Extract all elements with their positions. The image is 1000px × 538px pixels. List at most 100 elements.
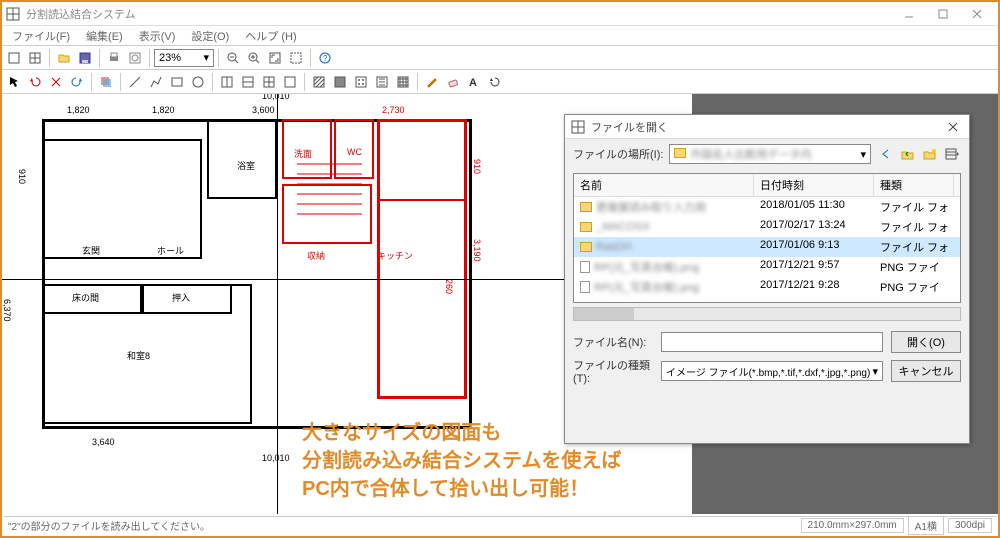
dim-left-a: 6,370 [2, 299, 12, 322]
location-label: ファイルの場所(I): [573, 146, 663, 162]
zoom-out-icon[interactable] [223, 48, 243, 68]
status-message: "2"の部分のファイルを読み出してください。 [8, 518, 797, 533]
toolbar-draw: A [2, 70, 998, 94]
folder-icon [580, 202, 592, 212]
chevron-down-icon: ▾ [860, 148, 866, 161]
dialog-titlebar: ファイルを開く [565, 115, 969, 139]
close-button[interactable] [960, 3, 994, 25]
rect-icon[interactable] [167, 72, 187, 92]
status-paper: 210.0mm×297.0mm [801, 518, 904, 533]
window-single-icon[interactable] [280, 72, 300, 92]
file-type: ファイル フォ [874, 217, 954, 237]
help-icon[interactable]: ? [315, 48, 335, 68]
zoom-fit-icon[interactable] [265, 48, 285, 68]
up-folder-icon[interactable] [899, 145, 917, 163]
file-icon [580, 261, 590, 273]
toolbar-main: 23% ▾ ? [2, 46, 998, 70]
hatch4-icon[interactable] [372, 72, 392, 92]
room-yokushitsu: 浴室 [237, 159, 255, 172]
filetype-combo[interactable]: イメージ ファイル(*.bmp,*.tif,*.dxf,*.jpg,*.png)… [661, 361, 883, 381]
filename-label: ファイル名(N): [573, 334, 653, 350]
horizontal-scrollbar[interactable] [573, 307, 961, 321]
room-wc: WC [347, 147, 362, 157]
statusbar: "2"の部分のファイルを読み出してください。 210.0mm×297.0mm A… [4, 516, 996, 534]
window-tile-icon[interactable] [217, 72, 237, 92]
zoom-in-icon[interactable] [244, 48, 264, 68]
col-type[interactable]: 種類 [874, 174, 954, 196]
file-date: 2017/01/06 9:13 [754, 237, 874, 257]
chevron-down-icon: ▾ [203, 51, 209, 64]
window-quad-icon[interactable] [259, 72, 279, 92]
file-type: PNG ファイ [874, 277, 954, 297]
titlebar: 分割読込結合システム [2, 2, 998, 26]
file-row[interactable]: RasDH2017/01/06 9:13ファイル フォ [574, 237, 960, 257]
dim-top-c: 3,600 [252, 105, 275, 115]
layer-icon[interactable] [96, 72, 116, 92]
new-icon[interactable] [4, 48, 24, 68]
file-date: 2017/12/21 9:57 [754, 257, 874, 277]
back-icon[interactable] [877, 145, 895, 163]
pointer-icon[interactable] [4, 72, 24, 92]
col-name[interactable]: 名前 [574, 174, 754, 196]
filename-input[interactable] [661, 332, 883, 352]
menu-file[interactable]: ファイル(F) [6, 26, 76, 46]
preview-icon[interactable] [125, 48, 145, 68]
menu-help[interactable]: ヘルプ (H) [239, 26, 302, 46]
file-list[interactable]: 名前 日付時刻 種類 更複層読み取り入力用2018/01/05 11:30ファイ… [573, 173, 961, 303]
hatch1-icon[interactable] [309, 72, 329, 92]
main-window: 分割読込結合システム ファイル(F) 編集(E) 表示(V) 設定(O) ヘルプ… [0, 0, 1000, 538]
dim-top-a: 1,820 [67, 105, 90, 115]
menubar: ファイル(F) 編集(E) 表示(V) 設定(O) ヘルプ (H) [2, 26, 998, 46]
menu-edit[interactable]: 編集(E) [80, 26, 129, 46]
undo-icon[interactable] [25, 72, 45, 92]
maximize-button[interactable] [926, 3, 960, 25]
file-date: 2017/12/21 9:28 [754, 277, 874, 297]
grid-icon[interactable] [25, 48, 45, 68]
save-icon[interactable] [75, 48, 95, 68]
redo-icon[interactable] [67, 72, 87, 92]
menu-view[interactable]: 表示(V) [133, 26, 182, 46]
hatch2-icon[interactable] [330, 72, 350, 92]
filetype-label: ファイルの種類(T): [573, 357, 653, 385]
file-name: RP(元_写真台帳).png [594, 279, 699, 295]
location-combo[interactable]: 作図名人比較用データ内 ▾ [669, 144, 871, 164]
redo-x-icon[interactable] [46, 72, 66, 92]
menu-settings[interactable]: 設定(O) [185, 26, 235, 46]
zoom-combo[interactable]: 23% ▾ [154, 49, 214, 67]
file-row[interactable]: RP(元_写真台帳).png 2017/12/21 9:28PNG ファイ [574, 277, 960, 297]
revert-icon[interactable] [485, 72, 505, 92]
col-date[interactable]: 日付時刻 [754, 174, 874, 196]
text-icon[interactable]: A [464, 72, 484, 92]
room-tokonoma: 床の間 [72, 291, 99, 304]
eraser-icon[interactable] [443, 72, 463, 92]
print-icon[interactable] [104, 48, 124, 68]
file-row[interactable]: 更複層読み取り入力用2018/01/05 11:30ファイル フォ [574, 197, 960, 217]
cancel-button[interactable]: キャンセル [891, 360, 961, 382]
file-row[interactable]: RP(元_写真台帳).png2017/12/21 9:57PNG ファイ [574, 257, 960, 277]
file-row[interactable]: _MACOSX2017/02/17 13:24ファイル フォ [574, 217, 960, 237]
line-icon[interactable] [125, 72, 145, 92]
open-file-dialog: ファイルを開く ファイルの場所(I): 作図名人比較用データ内 ▾ [564, 114, 970, 444]
open-button[interactable]: 開く(O) [891, 331, 961, 353]
file-date: 2018/01/05 11:30 [754, 197, 874, 217]
hatch5-icon[interactable] [393, 72, 413, 92]
dialog-close-button[interactable] [943, 117, 963, 137]
folder-icon [674, 148, 686, 161]
polyline-icon[interactable] [146, 72, 166, 92]
file-date: 2017/02/17 13:24 [754, 217, 874, 237]
pencil-icon[interactable] [422, 72, 442, 92]
new-folder-icon[interactable] [921, 145, 939, 163]
minimize-button[interactable] [892, 3, 926, 25]
circle-icon[interactable] [188, 72, 208, 92]
dim-bottom-a: 3,640 [92, 437, 115, 447]
view-mode-icon[interactable] [943, 145, 961, 163]
open-icon[interactable] [54, 48, 74, 68]
zoom-region-icon[interactable] [286, 48, 306, 68]
window-title: 分割読込結合システム [26, 6, 892, 22]
window-hsplit-icon[interactable] [238, 72, 258, 92]
drawing-canvas[interactable]: 10,010 1,820 1,820 3,600 2,730 6,370 910… [2, 94, 998, 514]
filetype-value: イメージ ファイル(*.bmp,*.tif,*.dxf,*.jpg,*.png) [666, 364, 870, 379]
dialog-title: ファイルを開く [591, 119, 943, 135]
folder-icon [580, 222, 592, 232]
hatch3-icon[interactable] [351, 72, 371, 92]
